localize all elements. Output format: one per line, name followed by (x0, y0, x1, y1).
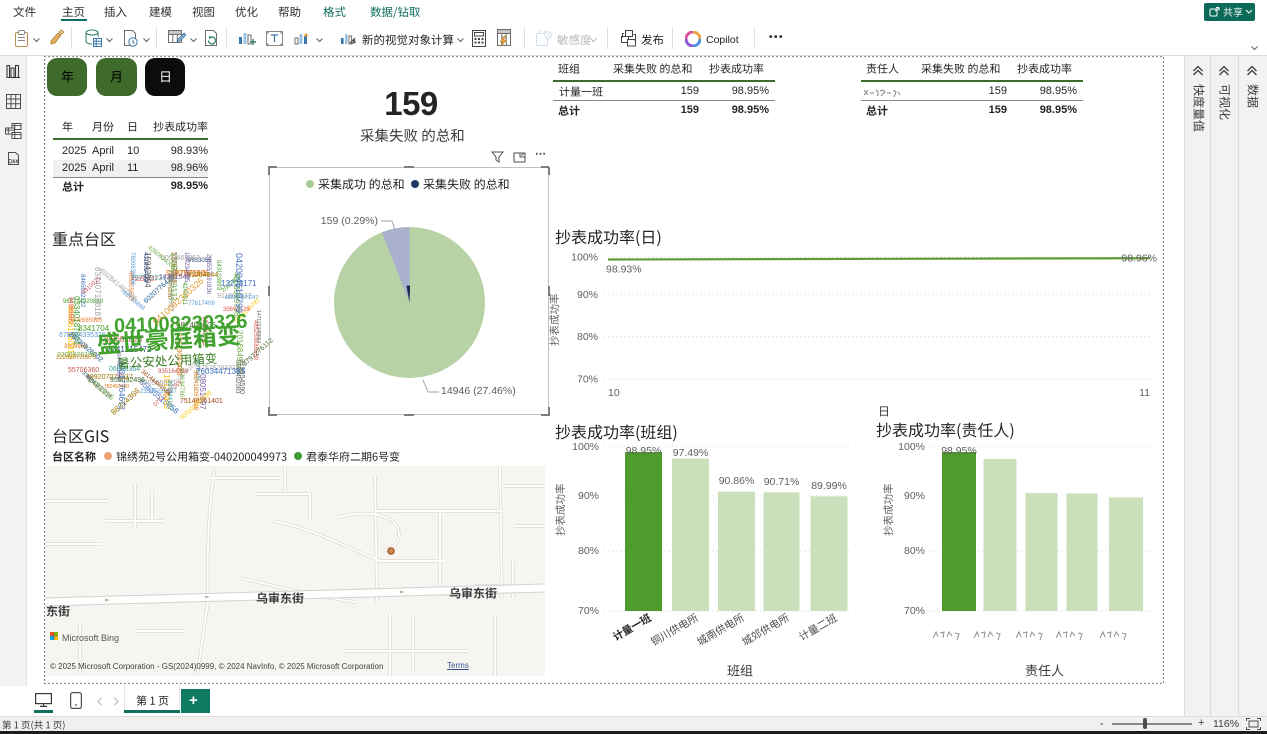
svg-text:98.93%: 98.93% (606, 264, 642, 276)
svg-text:Microsoft Bing: Microsoft Bing (62, 633, 119, 643)
svg-text:80%: 80% (577, 331, 598, 343)
svg-text:10: 10 (608, 387, 620, 399)
svg-text:11: 11 (1139, 387, 1150, 399)
svg-text:70%: 70% (577, 374, 598, 386)
svg-text:98.96%: 98.96% (1121, 253, 1157, 265)
svg-text:90%: 90% (577, 289, 598, 301)
svg-text:100%: 100% (571, 252, 598, 264)
